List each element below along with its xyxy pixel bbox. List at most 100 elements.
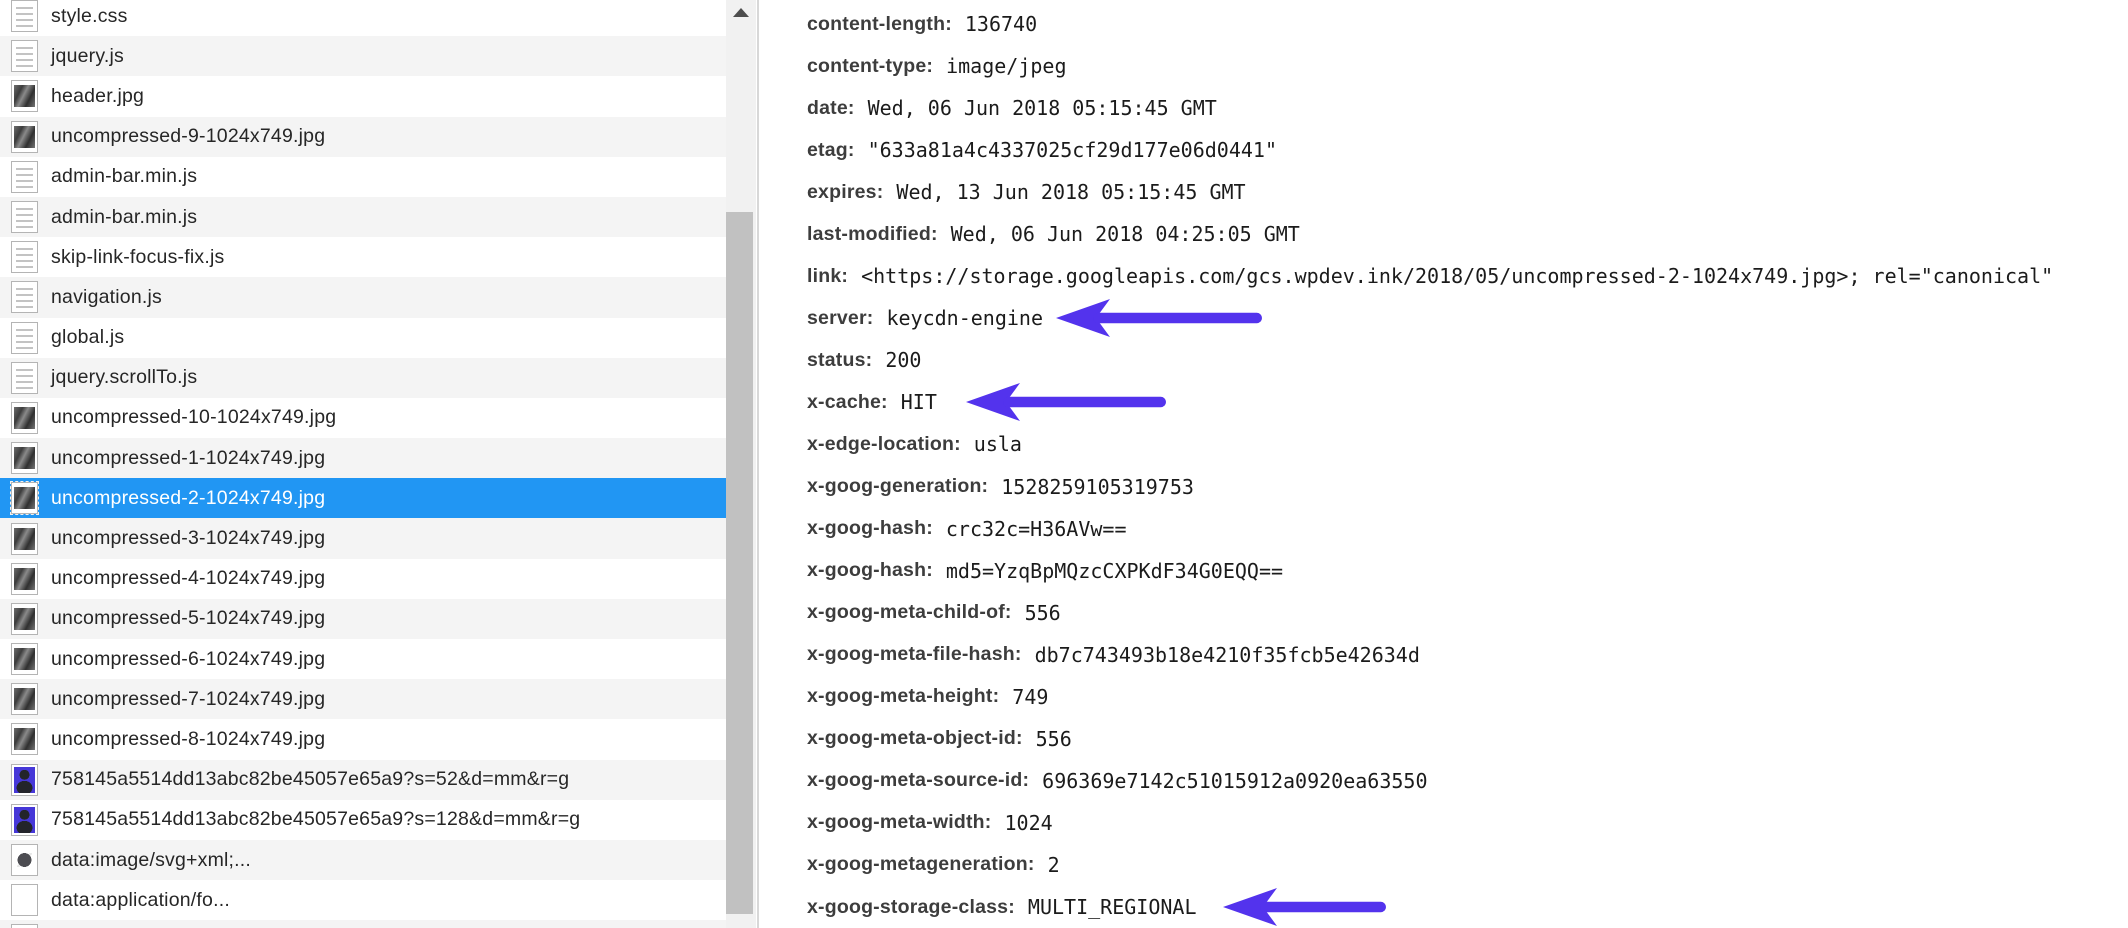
file-name: uncompressed-6-1024x749.jpg	[51, 648, 325, 671]
file-row[interactable]: data:application/fo...	[0, 880, 726, 920]
header-name: content-type:	[807, 55, 933, 78]
image-file-icon	[11, 683, 38, 715]
header-name: date:	[807, 97, 855, 120]
doc-file-icon	[11, 241, 38, 273]
header-line: x-goog-meta-width: 1024	[807, 802, 2128, 844]
file-name: uncompressed-5-1024x749.jpg	[51, 607, 325, 630]
header-name: x-goog-hash:	[807, 517, 933, 540]
scrollbar-thumb[interactable]	[726, 212, 753, 914]
header-line: etag: "633a81a4c4337025cf29d177e06d0441"	[807, 129, 2128, 171]
header-name: x-goog-meta-source-id:	[807, 769, 1029, 792]
file-name: uncompressed-2-1024x749.jpg	[51, 487, 325, 510]
file-name: uncompressed-8-1024x749.jpg	[51, 728, 325, 751]
image-file-icon	[11, 482, 38, 514]
file-row[interactable]: style.css	[0, 0, 726, 36]
file-name: data:image/svg+xml;...	[51, 849, 251, 872]
image-file-icon	[11, 723, 38, 755]
avatar-file-icon	[11, 804, 38, 836]
header-name: x-goog-meta-height:	[807, 685, 999, 708]
header-line: x-goog-meta-child-of: 556	[807, 592, 2128, 634]
image-file-icon	[11, 643, 38, 675]
header-line: x-goog-meta-file-hash: db7c743493b18e421…	[807, 634, 2128, 676]
header-line: status: 200	[807, 339, 2128, 381]
header-value: 200	[885, 348, 921, 372]
doc-file-icon	[11, 362, 38, 394]
image-file-icon	[11, 523, 38, 555]
doc-file-icon	[11, 161, 38, 193]
file-row[interactable]: admin-bar.min.js	[0, 197, 726, 237]
header-value: Wed, 06 Jun 2018 04:25:05 GMT	[951, 222, 1300, 246]
file-row[interactable]: uncompressed-5-1024x749.jpg	[0, 599, 726, 639]
file-row[interactable]: admin-bar.min.js	[0, 157, 726, 197]
file-list-scrollbar[interactable]	[726, 0, 756, 928]
file-row[interactable]: header.jpg	[0, 76, 726, 116]
header-value: 556	[1025, 601, 1061, 625]
file-row[interactable]: uncompressed-8-1024x749.jpg	[0, 719, 726, 759]
file-row[interactable]: 758145a5514dd13abc82be45057e65a9?s=128&d…	[0, 800, 726, 840]
file-row[interactable]: 758145a5514dd13abc82be45057e65a9?s=52&d=…	[0, 760, 726, 800]
header-value: 1024	[1005, 811, 1053, 835]
header-value: <https://storage.googleapis.com/gcs.wpde…	[861, 264, 2053, 288]
file-name: jquery.scrollTo.js	[51, 366, 197, 389]
header-name: expires:	[807, 181, 883, 204]
file-row[interactable]: uncompressed-4-1024x749.jpg	[0, 559, 726, 599]
file-row[interactable]: global.js	[0, 318, 726, 358]
file-name: data:application/fo...	[51, 889, 230, 912]
header-name: x-goog-meta-width:	[807, 811, 992, 834]
file-name: admin-bar.min.js	[51, 206, 197, 229]
header-line: x-goog-meta-source-id: 696369e7142c51015…	[807, 760, 2128, 802]
header-line: x-goog-hash: md5=YzqBpMQzcCXPKdF34G0EQQ=…	[807, 550, 2128, 592]
file-row[interactable]: navigation.js	[0, 277, 726, 317]
file-row[interactable]: uncompressed-2-1024x749.jpg	[0, 478, 726, 518]
file-row[interactable]: uncompressed-3-1024x749.jpg	[0, 518, 726, 558]
file-name: uncompressed-10-1024x749.jpg	[51, 406, 336, 429]
header-value: 1528259105319753	[1001, 475, 1194, 499]
header-line: x-edge-location: usla	[807, 423, 2128, 465]
doc-file-icon	[11, 281, 38, 313]
header-value: Wed, 13 Jun 2018 05:15:45 GMT	[896, 180, 1245, 204]
header-name: x-goog-meta-object-id:	[807, 727, 1023, 750]
file-row[interactable]	[0, 920, 726, 928]
header-name: x-goog-hash:	[807, 559, 933, 582]
header-line: last-modified: Wed, 06 Jun 2018 04:25:05…	[807, 213, 2128, 255]
file-row[interactable]: skip-link-focus-fix.js	[0, 237, 726, 277]
file-list: style.css jquery.js header.jpg uncompres…	[0, 0, 726, 928]
file-row[interactable]: jquery.scrollTo.js	[0, 358, 726, 398]
scroll-up-button[interactable]	[726, 0, 756, 28]
header-name: x-goog-meta-file-hash:	[807, 643, 1022, 666]
file-row[interactable]: uncompressed-7-1024x749.jpg	[0, 679, 726, 719]
header-line: x-goog-meta-height: 749	[807, 676, 2128, 718]
file-row[interactable]: uncompressed-10-1024x749.jpg	[0, 398, 726, 438]
blank-file-icon	[11, 924, 38, 928]
file-name: uncompressed-7-1024x749.jpg	[51, 688, 325, 711]
annotation-arrow-icon	[965, 380, 1172, 424]
header-name: last-modified:	[807, 223, 938, 246]
header-value: md5=YzqBpMQzcCXPKdF34G0EQQ==	[946, 559, 1283, 583]
header-name: x-goog-meta-child-of:	[807, 601, 1012, 624]
image-file-icon	[11, 442, 38, 474]
file-row[interactable]: uncompressed-1-1024x749.jpg	[0, 438, 726, 478]
file-row[interactable]: jquery.js	[0, 36, 726, 76]
file-name: jquery.js	[51, 45, 124, 68]
header-value: 696369e7142c51015912a0920ea63550	[1042, 769, 1427, 793]
header-name: x-goog-metageneration:	[807, 853, 1035, 876]
header-value: db7c743493b18e4210f35fcb5e42634d	[1035, 643, 1420, 667]
image-file-icon	[11, 80, 38, 112]
header-value: Wed, 06 Jun 2018 05:15:45 GMT	[868, 96, 1217, 120]
header-value: crc32c=H36AVw==	[946, 517, 1127, 541]
header-value: 136740	[965, 12, 1037, 36]
header-line: x-goog-hash: crc32c=H36AVw==	[807, 508, 2128, 550]
file-name: global.js	[51, 326, 124, 349]
header-line: date: Wed, 06 Jun 2018 05:15:45 GMT	[807, 87, 2128, 129]
header-value: MULTI_REGIONAL	[1028, 895, 1197, 919]
header-line: x-cache: HIT	[807, 381, 2128, 423]
file-row[interactable]: data:image/svg+xml;...	[0, 840, 726, 880]
file-row[interactable]: uncompressed-9-1024x749.jpg	[0, 117, 726, 157]
header-value: usla	[974, 432, 1022, 456]
file-row[interactable]: uncompressed-6-1024x749.jpg	[0, 639, 726, 679]
scroll-up-icon	[733, 8, 749, 17]
response-headers-panel: content-length: 136740 content-type: ima…	[759, 0, 2128, 928]
header-value: image/jpeg	[946, 54, 1066, 78]
header-line: x-goog-meta-object-id: 556	[807, 718, 2128, 760]
file-name: 758145a5514dd13abc82be45057e65a9?s=128&d…	[51, 808, 580, 831]
